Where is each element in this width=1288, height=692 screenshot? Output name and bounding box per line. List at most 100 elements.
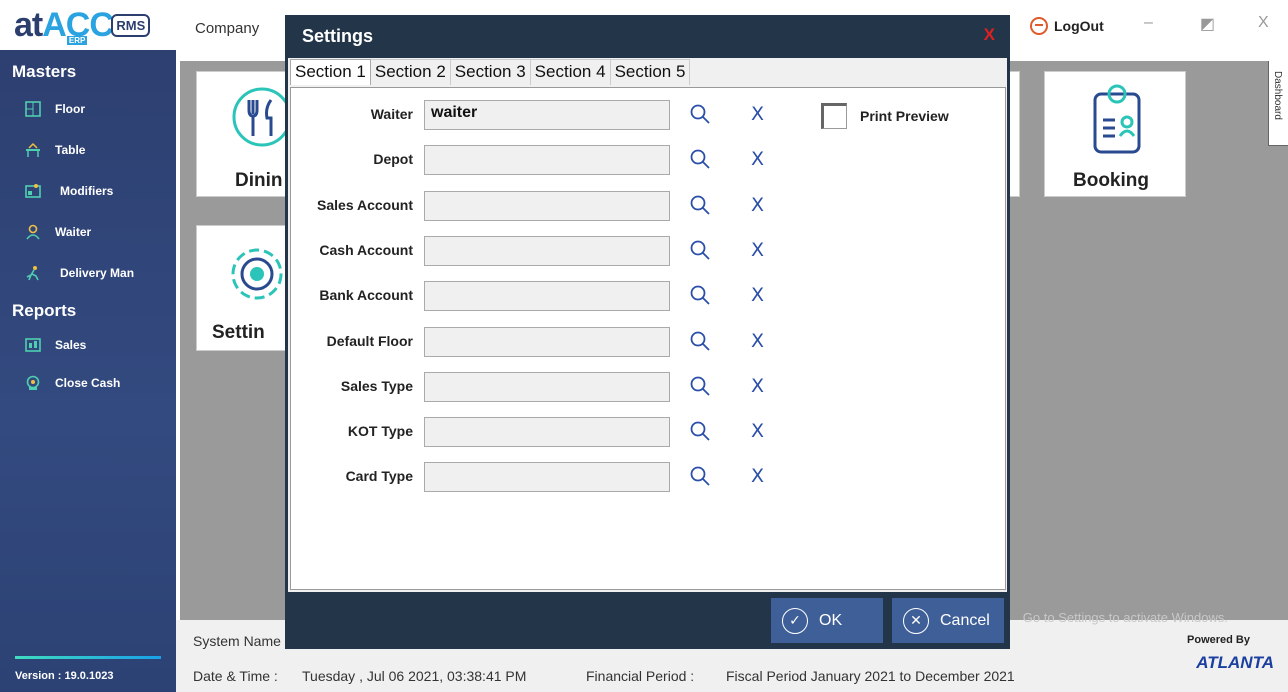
clear-icon[interactable]: X	[751, 103, 764, 125]
check-icon: ✓	[782, 607, 808, 634]
booking-tile[interactable]: Booking	[1044, 71, 1186, 197]
tab-section-2[interactable]: Section 2	[369, 59, 451, 85]
clear-icon[interactable]: X	[751, 465, 764, 487]
modifiers-icon	[25, 183, 41, 198]
field-input[interactable]	[424, 417, 670, 448]
field-label: Depot	[373, 151, 413, 168]
activation-watermark: Go to Settings to activate Windows.	[1022, 610, 1228, 625]
clear-icon[interactable]: X	[751, 148, 764, 170]
field-input[interactable]	[424, 371, 670, 402]
search-icon[interactable]	[689, 284, 711, 306]
sales-icon	[25, 338, 41, 352]
search-icon[interactable]	[689, 420, 711, 442]
minimize-button[interactable]: –	[1144, 14, 1153, 32]
reports-heading: Reports	[12, 301, 77, 320]
datetime-label: Date & Time :	[193, 668, 278, 684]
search-icon[interactable]	[689, 465, 711, 487]
sidebar-item-label: Table	[55, 142, 86, 157]
field-row: Sales Type X	[291, 371, 771, 402]
field-label: KOT Type	[347, 423, 413, 440]
sidebar-item-label: Delivery Man	[60, 265, 135, 280]
cancel-icon: ✕	[903, 607, 929, 634]
window-close-button[interactable]: X	[1258, 14, 1269, 32]
field-row: Card Type X	[291, 462, 771, 493]
field-row: Waiter waiter X	[291, 100, 771, 130]
dialog-body: Section 1 Section 2 Section 3 Section 4 …	[288, 58, 1007, 592]
logout-icon	[1030, 17, 1048, 35]
field-input[interactable]	[424, 190, 670, 221]
field-input[interactable]	[424, 462, 670, 493]
sidebar-item-close-cash[interactable]: Close Cash	[0, 363, 176, 403]
clear-icon[interactable]: X	[751, 375, 764, 397]
logout-button[interactable]: LogOut	[1030, 17, 1104, 35]
clear-icon[interactable]: X	[751, 194, 764, 216]
field-row: Bank Account X	[291, 281, 771, 312]
dining-tile[interactable]: Dinin	[196, 71, 292, 197]
sidebar-item-sales[interactable]: Sales	[0, 327, 176, 363]
field-input[interactable]: waiter	[424, 100, 670, 130]
sidebar-item-label: Sales	[55, 338, 87, 352]
sidebar-item-table[interactable]: Table	[0, 129, 176, 170]
dashboard-side-tab[interactable]: Dashboard	[1268, 61, 1288, 146]
cancel-button[interactable]: ✕ Cancel	[892, 598, 1004, 643]
field-row: Sales Account X	[291, 190, 771, 221]
clear-icon[interactable]: X	[751, 239, 764, 261]
field-row: Default Floor X	[291, 326, 771, 357]
floor-icon	[25, 100, 41, 117]
system-name-label: System Name :	[193, 633, 289, 649]
tab-section-3[interactable]: Section 3	[449, 59, 531, 85]
field-label: Default Floor	[326, 332, 413, 349]
search-icon[interactable]	[689, 330, 711, 352]
section-1-panel: Waiter waiter X Depot X Sales Account X Cash Ac…	[290, 87, 1006, 590]
sidebar-item-delivery-man[interactable]: Delivery Man	[0, 252, 176, 293]
booking-icon	[1093, 84, 1141, 154]
field-input[interactable]	[424, 326, 670, 357]
maximize-button[interactable]: ◩	[1200, 14, 1215, 34]
dining-label: Dinin	[235, 170, 283, 191]
setting-tile[interactable]: Settin	[196, 225, 292, 351]
field-input[interactable]	[424, 235, 670, 266]
ok-button[interactable]: ✓ OK	[771, 598, 883, 643]
clear-icon[interactable]: X	[751, 420, 764, 442]
field-label: Card Type	[345, 468, 413, 485]
field-input[interactable]	[424, 281, 670, 312]
company-menu[interactable]: Company	[195, 20, 259, 37]
print-preview-checkbox[interactable]	[821, 103, 847, 129]
dialog-close-button[interactable]: X	[984, 25, 995, 45]
financial-period-value: Fiscal Period January 2021 to December 2…	[726, 668, 1015, 684]
field-label: Cash Account	[319, 241, 413, 258]
sidebar-item-floor[interactable]: Floor	[0, 88, 176, 129]
field-input[interactable]	[424, 145, 670, 176]
sidebar-item-label: Waiter	[55, 224, 92, 239]
search-icon[interactable]	[689, 148, 711, 170]
version-label: Version : 19.0.1023	[15, 670, 114, 682]
field-label: Bank Account	[319, 287, 413, 304]
app-logo: atACC ERP RMS	[0, 0, 176, 50]
tab-section-4[interactable]: Section 4	[529, 59, 611, 85]
settings-dialog: Settings X Section 1 Section 2 Section 3…	[285, 15, 1010, 649]
field-label: Sales Type	[340, 377, 413, 394]
cancel-label: Cancel	[940, 611, 990, 629]
setting-label: Settin	[212, 322, 265, 343]
tab-section-1[interactable]: Section 1	[290, 59, 371, 85]
search-icon[interactable]	[689, 239, 711, 261]
tab-section-5[interactable]: Section 5	[609, 59, 691, 85]
dining-icon	[232, 87, 292, 147]
version-divider	[15, 656, 161, 659]
field-label: Waiter	[370, 106, 413, 122]
sidebar-item-label: Modifiers	[60, 183, 114, 198]
clear-icon[interactable]: X	[751, 330, 764, 352]
search-icon[interactable]	[689, 103, 711, 125]
search-icon[interactable]	[689, 375, 711, 397]
sidebar-item-label: Close Cash	[55, 376, 121, 390]
search-icon[interactable]	[689, 194, 711, 216]
sidebar-item-waiter[interactable]: Waiter	[0, 211, 176, 252]
ok-label: OK	[819, 611, 843, 629]
print-preview-label: Print Preview	[860, 108, 949, 124]
dialog-title: Settings	[302, 26, 374, 46]
financial-period-label: Financial Period :	[586, 668, 695, 684]
sidebar-item-modifiers[interactable]: Modifiers	[0, 170, 176, 211]
section-tabs: Section 1 Section 2 Section 3 Section 4 …	[290, 59, 691, 85]
dashboard-tab-label: Dashboard	[1272, 71, 1283, 120]
clear-icon[interactable]: X	[751, 284, 764, 306]
